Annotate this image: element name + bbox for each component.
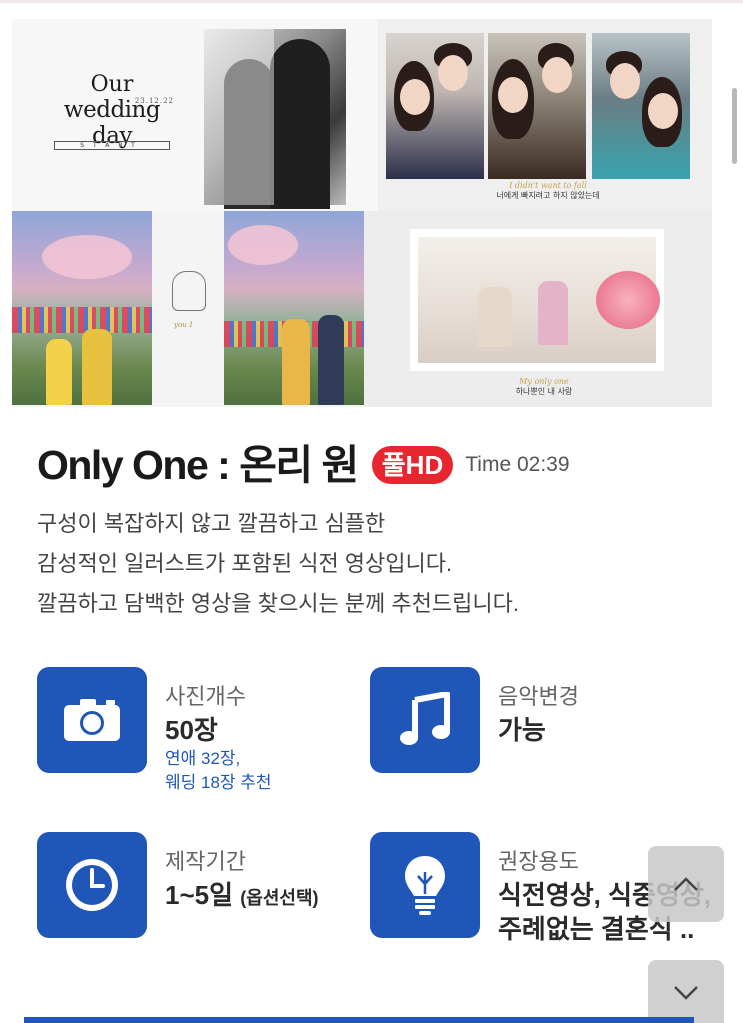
outdoor-photo-1 [12, 211, 152, 405]
scroll-down-button[interactable] [648, 960, 724, 1023]
photo-count-sub-2: 웨딩 18장 추천 [165, 773, 272, 792]
clock-icon [37, 832, 147, 938]
room-caption-en: My only one [519, 377, 569, 386]
production-period-days: 1~5일 [165, 880, 234, 910]
photo-count-value: 50장 [165, 715, 218, 745]
outdoor-panel: you 1 [12, 211, 364, 407]
room-caption-ko: 하나뿐인 내 사랑 [515, 387, 573, 396]
preview-collage: Our wedding day 23.12.22 START I didn't … [12, 19, 712, 407]
camera-icon [37, 667, 147, 773]
intro-panel: Our wedding day 23.12.22 START [12, 19, 378, 211]
outdoor-photo-2 [224, 211, 364, 405]
bottom-accent-bar [24, 1017, 694, 1023]
scroll-up-button[interactable] [648, 846, 724, 922]
full-hd-badge: 풀HD [371, 446, 454, 484]
production-period-value: 1~5일 (옵션선택) [165, 878, 319, 915]
bw-couple-photo [204, 29, 346, 209]
photo-count-label: 사진개수 [165, 684, 246, 709]
music-change-value: 가능 [498, 715, 546, 745]
music-note-icon [370, 667, 480, 773]
lightbulb-icon [370, 832, 480, 938]
selfie-photo-1 [386, 33, 484, 179]
photo-count-sub-1: 연애 32장, [165, 749, 241, 768]
production-period-option: (옵션선택) [240, 888, 319, 908]
description-line-2: 감성적인 일러스트가 포함된 식전 영상입니다. [37, 551, 453, 576]
room-panel: My only one 하나뿐인 내 사랑 [364, 211, 712, 407]
selfie-caption-en: I didn't want to fall [509, 181, 587, 190]
intro-title-line1: Our [90, 72, 134, 97]
intro-start-box: START [54, 141, 170, 150]
description-line-1: 구성이 복잡하지 않고 깔끔하고 심플한 [37, 511, 386, 536]
flower-decoration [596, 271, 660, 329]
product-title-row: Only One : 온리 원 풀HD Time 02:39 [37, 440, 570, 490]
music-change-label: 음악변경 [498, 684, 579, 709]
video-duration: Time 02:39 [465, 453, 570, 476]
production-period-label: 제작기간 [165, 849, 246, 874]
page-scrollbar[interactable] [732, 88, 737, 164]
product-description: 구성이 복잡하지 않고 깔끔하고 심플한 감성적인 일러스트가 포함된 식전 영… [37, 504, 677, 624]
chevron-down-icon [674, 985, 698, 1000]
sketch-caption: you 1 [174, 321, 194, 329]
intro-title: Our wedding day 23.12.22 [42, 72, 182, 150]
selfie-panel: I didn't want to fall 너에게 빠지려고 하지 않았는데 [378, 19, 712, 211]
description-line-3: 깔끔하고 담백한 영상을 찾으시는 분께 추천드립니다. [37, 591, 519, 616]
room-caption: My only one 하나뿐인 내 사랑 [464, 377, 624, 397]
selfie-photo-3 [592, 33, 690, 179]
selfie-caption-ko: 너에게 빠지려고 하지 않았는데 [496, 191, 600, 200]
selfie-photo-2 [488, 33, 586, 179]
chevron-up-icon [674, 877, 698, 891]
selfie-caption: I didn't want to fall 너에게 빠지려고 하지 않았는데 [438, 181, 658, 201]
couple-sketch-illustration [172, 271, 206, 311]
top-divider [0, 0, 743, 3]
product-title: Only One : 온리 원 [37, 442, 359, 488]
intro-date: 23.12.22 [134, 97, 174, 105]
